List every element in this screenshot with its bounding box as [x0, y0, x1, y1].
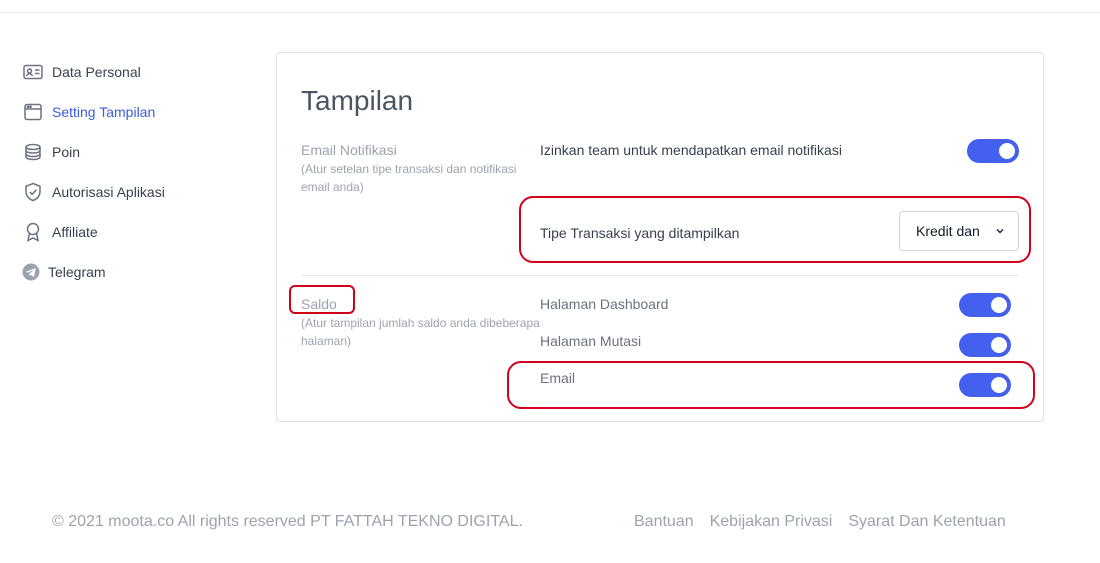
sidebar-item-poin[interactable]: Poin — [20, 132, 240, 172]
browser-window-icon — [22, 101, 44, 123]
footer-link-kebijakan-privasi[interactable]: Kebijakan Privasi — [710, 513, 833, 531]
sidebar-item-label: Setting Tampilan — [52, 104, 156, 120]
mutasi-page-label: Halaman Mutasi — [540, 333, 642, 349]
settings-sidebar: Data Personal Setting Tampilan Poin Auto… — [20, 52, 240, 292]
sidebar-item-autorisasi-aplikasi[interactable]: Autorisasi Aplikasi — [20, 172, 240, 212]
sidebar-item-label: Autorisasi Aplikasi — [52, 184, 165, 200]
toggle-knob — [991, 337, 1007, 353]
email-section-title: Email Notifikasi — [301, 142, 397, 158]
database-icon — [22, 141, 44, 163]
email-section-description: (Atur setelan tipe transaksi dan notifik… — [301, 162, 517, 194]
saldo-section-title: Saldo — [301, 296, 337, 312]
transaction-type-select[interactable]: Kredit dan — [899, 211, 1019, 251]
shield-check-icon — [22, 181, 44, 203]
footer-copyright: © 2021 moota.co All rights reserved PT F… — [52, 513, 523, 530]
transaction-type-value: Kredit dan — [916, 223, 980, 239]
footer-link-bantuan[interactable]: Bantuan — [634, 513, 694, 531]
toggle-knob — [991, 377, 1007, 393]
top-divider — [0, 12, 1100, 13]
chevron-down-icon — [996, 228, 1004, 234]
section-divider — [301, 275, 1019, 276]
sidebar-item-label: Affiliate — [52, 224, 98, 240]
badge-icon — [22, 221, 44, 243]
footer-link-syarat-dan-ketentuan[interactable]: Syarat Dan Ketentuan — [848, 513, 1005, 531]
transaction-type-label: Tipe Transaksi yang ditampilkan — [540, 225, 740, 241]
email-notification-toggle-label: Izinkan team untuk mendapatkan email not… — [540, 142, 842, 158]
tampilan-card: Tampilan Email Notifikasi (Atur setelan … — [276, 52, 1044, 422]
sidebar-item-label: Poin — [52, 144, 81, 160]
saldo-section-description: (Atur tampilan jumlah saldo anda dibeber… — [301, 316, 540, 348]
sidebar-item-label: Data Personal — [52, 64, 141, 80]
sidebar-item-setting-tampilan[interactable]: Setting Tampilan — [20, 92, 240, 132]
telegram-icon — [20, 261, 42, 283]
dashboard-page-label: Halaman Dashboard — [540, 296, 669, 312]
sidebar-item-label: Telegram — [48, 264, 106, 280]
email-balance-label: Email — [540, 370, 576, 386]
sidebar-item-affiliate[interactable]: Affiliate — [20, 212, 240, 252]
mutasi-balance-toggle[interactable] — [959, 333, 1011, 357]
id-card-icon — [22, 61, 44, 83]
toggle-knob — [999, 143, 1015, 159]
sidebar-item-telegram[interactable]: Telegram — [20, 252, 240, 292]
page-title: Tampilan — [301, 85, 414, 116]
email-notification-toggle[interactable] — [967, 139, 1019, 163]
email-balance-toggle[interactable] — [959, 373, 1011, 397]
dashboard-balance-toggle[interactable] — [959, 293, 1011, 317]
sidebar-item-data-personal[interactable]: Data Personal — [20, 52, 240, 92]
toggle-knob — [991, 297, 1007, 313]
footer-links: Bantuan Kebijakan Privasi Syarat Dan Ket… — [634, 513, 1006, 531]
